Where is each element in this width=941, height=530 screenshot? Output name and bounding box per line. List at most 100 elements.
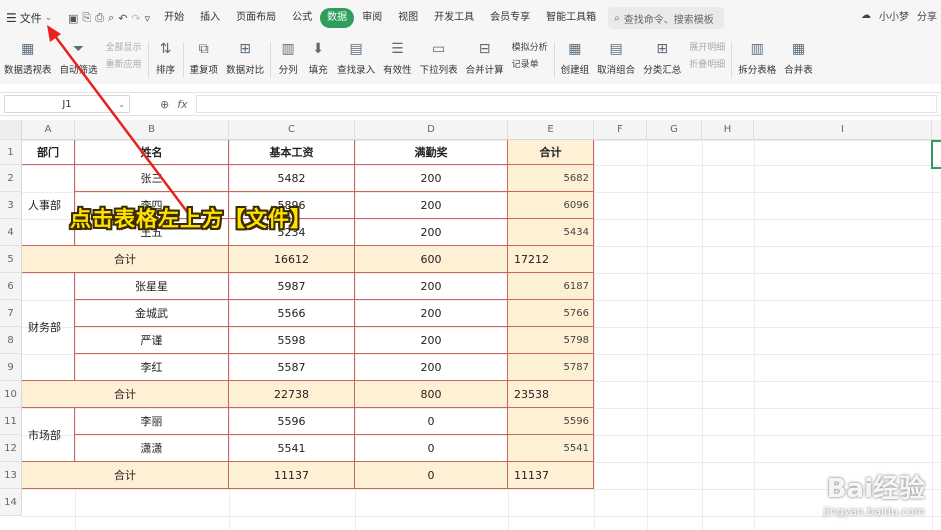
total-cell[interactable]: 6096 xyxy=(508,192,594,219)
total-cell[interactable]: 5541 xyxy=(508,435,594,462)
subtotal-bonus-cell[interactable]: 800 xyxy=(355,381,508,408)
employee-name-cell[interactable]: 张星星 xyxy=(75,273,229,300)
row-header[interactable]: 2 xyxy=(0,165,22,192)
bonus-cell[interactable]: 200 xyxy=(355,327,508,354)
subtotal-label-cell[interactable]: 合计 xyxy=(22,462,229,489)
bonus-cell[interactable]: 200 xyxy=(355,192,508,219)
name-box[interactable]: J1 ⌄ xyxy=(4,95,130,113)
subtotal-base-cell[interactable]: 16612 xyxy=(229,246,355,273)
cloud-sync-icon[interactable]: ☁ xyxy=(861,10,871,21)
column-header[interactable]: D xyxy=(355,120,508,140)
total-cell[interactable]: 5434 xyxy=(508,219,594,246)
row-header[interactable]: 10 xyxy=(0,381,22,408)
validation-button[interactable]: ☰ 有效性 xyxy=(379,38,416,82)
department-cell[interactable]: 财务部 xyxy=(22,273,75,381)
dropdown-list-button[interactable]: ▭ 下拉列表 xyxy=(416,38,462,82)
row-header[interactable]: 3 xyxy=(0,192,22,219)
column-header[interactable]: F xyxy=(594,120,647,140)
base-salary-cell[interactable]: 5987 xyxy=(229,273,355,300)
export-pdf-icon[interactable]: ⎘ xyxy=(82,11,91,25)
row-header[interactable]: 5 xyxy=(0,246,22,273)
file-menu-button[interactable]: ☰ 文件 ⌄ xyxy=(0,10,62,26)
total-cell[interactable]: 5798 xyxy=(508,327,594,354)
tab-smart-tools[interactable]: 智能工具箱 xyxy=(538,8,604,28)
total-cell[interactable]: 6187 xyxy=(508,273,594,300)
subtotal-label-cell[interactable]: 合计 xyxy=(22,246,229,273)
tab-data[interactable]: 数据 xyxy=(320,8,355,28)
tab-review[interactable]: 审阅 xyxy=(354,8,390,28)
base-salary-cell[interactable]: 5598 xyxy=(229,327,355,354)
compare-button[interactable]: ⊞ 数据对比 xyxy=(222,38,268,82)
employee-name-cell[interactable]: 潇潇 xyxy=(75,435,229,462)
spreadsheet-grid[interactable]: A B C D E F G H I 1 2 3 4 5 6 7 8 9 10 11 12 13 14 部门 姓名 基本工资 满勤奖合… xyxy=(0,116,941,530)
pivot-table-button[interactable]: ▦ 数据透视表 xyxy=(0,38,56,82)
base-salary-cell[interactable]: 5596 xyxy=(229,408,355,435)
subtotal-button[interactable]: ⊞ 分类汇总 xyxy=(639,38,685,82)
column-header[interactable]: H xyxy=(702,120,754,140)
bonus-cell[interactable]: 0 xyxy=(355,435,508,462)
column-header[interactable]: I xyxy=(754,120,932,140)
column-header[interactable]: B xyxy=(75,120,229,140)
share-button[interactable]: 分享 xyxy=(917,8,937,23)
subtotal-base-cell[interactable]: 11137 xyxy=(229,462,355,489)
subtotal-total-cell[interactable]: 11137 xyxy=(508,462,594,489)
column-header[interactable]: G xyxy=(647,120,702,140)
base-salary-cell[interactable]: 5587 xyxy=(229,354,355,381)
record-form-button[interactable]: 记录单 xyxy=(512,57,548,70)
header-base-salary[interactable]: 基本工资 xyxy=(229,140,355,165)
tab-view[interactable]: 视图 xyxy=(390,8,426,28)
subtotal-bonus-cell[interactable]: 0 xyxy=(355,462,508,489)
select-all-corner[interactable] xyxy=(0,120,22,140)
auto-filter-button[interactable]: ⏷ 自动筛选 xyxy=(56,38,102,82)
tab-member[interactable]: 会员专享 xyxy=(482,8,538,28)
header-attendance-bonus[interactable]: 满勤奖 xyxy=(355,140,508,165)
row-header[interactable]: 11 xyxy=(0,408,22,435)
total-cell[interactable]: 5596 xyxy=(508,408,594,435)
reapply-button[interactable]: 重新应用 xyxy=(106,57,142,70)
show-all-button[interactable]: 全部显示 xyxy=(106,40,142,53)
subtotal-base-cell[interactable]: 22738 xyxy=(229,381,355,408)
split-column-button[interactable]: ▥ 分列 xyxy=(273,38,303,82)
print-icon[interactable]: ⎙ xyxy=(95,11,104,25)
print-preview-icon[interactable]: ⌕ xyxy=(108,11,114,25)
employee-name-cell[interactable]: 李丽 xyxy=(75,408,229,435)
zoom-icon[interactable]: ⊕ xyxy=(160,98,169,111)
what-if-button[interactable]: 模拟分析 xyxy=(512,40,548,53)
header-name[interactable]: 姓名 xyxy=(75,140,229,165)
column-header[interactable]: C xyxy=(229,120,355,140)
subtotal-label-cell[interactable]: 合计 xyxy=(22,381,229,408)
row-header[interactable]: 13 xyxy=(0,462,22,489)
base-salary-cell[interactable]: 5541 xyxy=(229,435,355,462)
total-cell[interactable]: 5787 xyxy=(508,354,594,381)
row-header[interactable]: 1 xyxy=(0,140,22,165)
bonus-cell[interactable]: 0 xyxy=(355,408,508,435)
redo-icon[interactable]: ↷ xyxy=(131,12,140,25)
base-salary-cell[interactable]: 5566 xyxy=(229,300,355,327)
header-dept[interactable]: 部门 xyxy=(22,140,75,165)
bonus-cell[interactable]: 200 xyxy=(355,165,508,192)
base-salary-cell[interactable]: 5482 xyxy=(229,165,355,192)
total-cell[interactable]: 5766 xyxy=(508,300,594,327)
column-header[interactable]: A xyxy=(22,120,75,140)
employee-name-cell[interactable]: 李红 xyxy=(75,354,229,381)
tab-home[interactable]: 开始 xyxy=(156,8,192,28)
subtotal-total-cell[interactable]: 23538 xyxy=(508,381,594,408)
fx-button[interactable]: fx xyxy=(177,98,187,111)
row-header[interactable]: 4 xyxy=(0,219,22,246)
row-header[interactable]: 12 xyxy=(0,435,22,462)
bonus-cell[interactable]: 200 xyxy=(355,273,508,300)
tab-insert[interactable]: 插入 xyxy=(192,8,228,28)
row-header[interactable]: 8 xyxy=(0,327,22,354)
fill-button[interactable]: ⬇ 填充 xyxy=(303,38,333,82)
lookup-entry-button[interactable]: ▤ 查找录入 xyxy=(333,38,379,82)
column-header[interactable]: E xyxy=(508,120,594,140)
split-table-button[interactable]: ▥ 拆分表格 xyxy=(734,38,780,82)
expand-detail-button[interactable]: 展开明细 xyxy=(689,40,725,53)
bonus-cell[interactable]: 200 xyxy=(355,219,508,246)
merge-table-button[interactable]: ▦ 合并表 xyxy=(780,38,817,82)
row-header[interactable]: 6 xyxy=(0,273,22,300)
department-cell[interactable]: 市场部 xyxy=(22,408,75,462)
selected-cell-j1[interactable] xyxy=(931,140,941,169)
row-header[interactable]: 9 xyxy=(0,354,22,381)
tab-page-layout[interactable]: 页面布局 xyxy=(228,8,284,28)
